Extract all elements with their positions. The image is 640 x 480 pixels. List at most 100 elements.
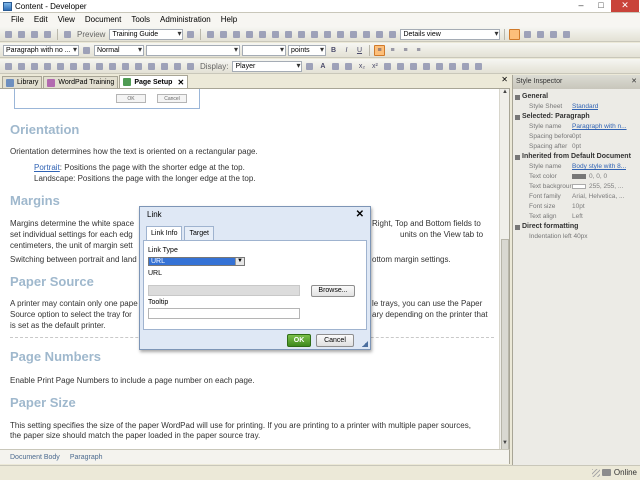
media-icon[interactable] <box>120 61 131 72</box>
style-picker-icon[interactable] <box>81 45 92 56</box>
font-combo[interactable] <box>146 44 240 56</box>
menu-tools[interactable]: Tools <box>126 13 155 27</box>
tab-link-info[interactable]: Link Info <box>146 226 183 240</box>
section-inherited[interactable]: Inherited from Default Document <box>515 152 640 162</box>
menu-document[interactable]: Document <box>80 13 126 27</box>
format-painter-icon[interactable] <box>304 61 315 72</box>
align-center-icon[interactable]: ≡ <box>387 45 398 56</box>
anchor-icon[interactable] <box>146 61 157 72</box>
copy-icon[interactable] <box>218 29 229 40</box>
numbering-icon[interactable] <box>421 61 432 72</box>
table-insert-icon[interactable] <box>94 61 105 72</box>
dialog-close-icon[interactable]: ✕ <box>356 207 364 223</box>
align-left-icon[interactable]: ≡ <box>374 44 385 56</box>
inspector-close-icon[interactable]: ✕ <box>631 75 637 89</box>
grid-icon[interactable] <box>548 29 559 40</box>
unit-combo[interactable]: points <box>288 44 326 56</box>
numbered-list-icon[interactable] <box>81 61 92 72</box>
style-combo[interactable]: Normal <box>94 44 144 56</box>
section-general[interactable]: General <box>515 92 640 102</box>
tab-close-icon[interactable]: ✕ <box>177 77 184 88</box>
clear-format-icon[interactable] <box>382 61 393 72</box>
decrease-indent-icon[interactable] <box>434 61 445 72</box>
symbol-icon[interactable] <box>172 61 183 72</box>
properties-icon[interactable] <box>374 29 385 40</box>
find-icon[interactable] <box>257 29 268 40</box>
highlight-icon[interactable] <box>330 61 341 72</box>
move-down-icon[interactable] <box>29 61 40 72</box>
panel-icon[interactable] <box>561 29 572 40</box>
split-icon[interactable] <box>522 29 533 40</box>
save-all-icon[interactable] <box>29 29 40 40</box>
superscript-icon[interactable]: x² <box>369 61 380 72</box>
font-size-combo[interactable] <box>242 44 286 56</box>
view-combo[interactable]: Details view <box>400 28 501 40</box>
delete-icon[interactable] <box>244 29 255 40</box>
close-button[interactable]: ✕ <box>611 0 639 12</box>
inherited-style-link[interactable]: Body style with 8... <box>572 162 626 172</box>
image-icon[interactable] <box>322 29 333 40</box>
shading-icon[interactable] <box>473 61 484 72</box>
preview-label[interactable]: Preview <box>75 30 107 39</box>
tab-page-setup[interactable]: Page Setup ✕ <box>119 75 189 88</box>
dialog-resize-icon[interactable] <box>362 341 368 347</box>
scroll-up-icon[interactable]: ▲ <box>500 89 509 98</box>
page-icon[interactable] <box>185 29 196 40</box>
italic-icon[interactable]: I <box>341 45 352 56</box>
minimize-button[interactable]: – <box>571 0 591 12</box>
table-icon[interactable] <box>335 29 346 40</box>
spell-icon[interactable] <box>296 29 307 40</box>
menu-file[interactable]: File <box>6 13 29 27</box>
strike-icon[interactable] <box>343 61 354 72</box>
bullets-icon[interactable] <box>408 61 419 72</box>
insert-icon[interactable] <box>3 61 14 72</box>
section-selected[interactable]: Selected: Paragraph <box>515 112 640 122</box>
move-up-icon[interactable] <box>16 61 27 72</box>
underline-icon[interactable]: U <box>354 45 365 56</box>
layout-icon[interactable] <box>509 28 521 40</box>
scroll-down-icon[interactable]: ▼ <box>500 440 509 449</box>
cut-icon[interactable] <box>205 29 216 40</box>
borders-icon[interactable] <box>460 61 471 72</box>
text-icon[interactable]: A <box>317 61 328 72</box>
help-icon[interactable] <box>361 29 372 40</box>
path-document-body[interactable]: Document Body <box>10 454 60 461</box>
preview-icon[interactable] <box>62 29 73 40</box>
scroll-thumb[interactable] <box>501 239 509 449</box>
link-dialog-titlebar[interactable]: Link ✕ <box>140 207 370 223</box>
new-icon[interactable] <box>3 29 14 40</box>
tab-wordpad-training[interactable]: WordPad Training <box>43 76 119 88</box>
bookmark-icon[interactable] <box>133 61 144 72</box>
ok-button[interactable]: OK <box>287 334 311 347</box>
menu-edit[interactable]: Edit <box>29 13 53 27</box>
redo-icon[interactable] <box>283 29 294 40</box>
vertical-scrollbar[interactable]: ▲ ▼ <box>499 89 509 449</box>
break-icon[interactable] <box>185 61 196 72</box>
paragraph-style-combo[interactable]: Paragraph with no ... <box>3 44 79 56</box>
menu-administration[interactable]: Administration <box>155 13 216 27</box>
pencil-icon[interactable] <box>395 61 406 72</box>
menu-view[interactable]: View <box>53 13 80 27</box>
portrait-link[interactable]: Portrait <box>34 163 60 172</box>
style-name-link[interactable]: Paragraph with n... <box>572 122 627 132</box>
guide-combo[interactable]: Training Guide <box>109 28 184 40</box>
indent-icon[interactable] <box>42 61 53 72</box>
subscript-icon[interactable]: x₂ <box>356 61 367 72</box>
tab-library[interactable]: Library <box>2 76 43 88</box>
bold-icon[interactable]: B <box>328 45 339 56</box>
print-icon[interactable] <box>42 29 53 40</box>
cancel-button[interactable]: Cancel <box>316 334 354 347</box>
refresh-icon[interactable] <box>348 29 359 40</box>
section-direct-formatting[interactable]: Direct formatting <box>515 222 640 232</box>
list-icon[interactable] <box>68 61 79 72</box>
details-icon[interactable] <box>387 29 398 40</box>
link-type-select[interactable]: URL ▼ <box>148 257 245 266</box>
display-combo[interactable]: Player <box>232 60 303 72</box>
browse-button[interactable]: Browse... <box>311 285 355 297</box>
path-paragraph[interactable]: Paragraph <box>70 454 103 461</box>
style-sheet-link[interactable]: Standard <box>572 102 598 112</box>
dropdown-arrow-icon[interactable]: ▼ <box>235 258 244 265</box>
align-right-icon[interactable]: ≡ <box>400 45 411 56</box>
save-icon[interactable] <box>16 29 27 40</box>
picture-icon[interactable] <box>107 61 118 72</box>
